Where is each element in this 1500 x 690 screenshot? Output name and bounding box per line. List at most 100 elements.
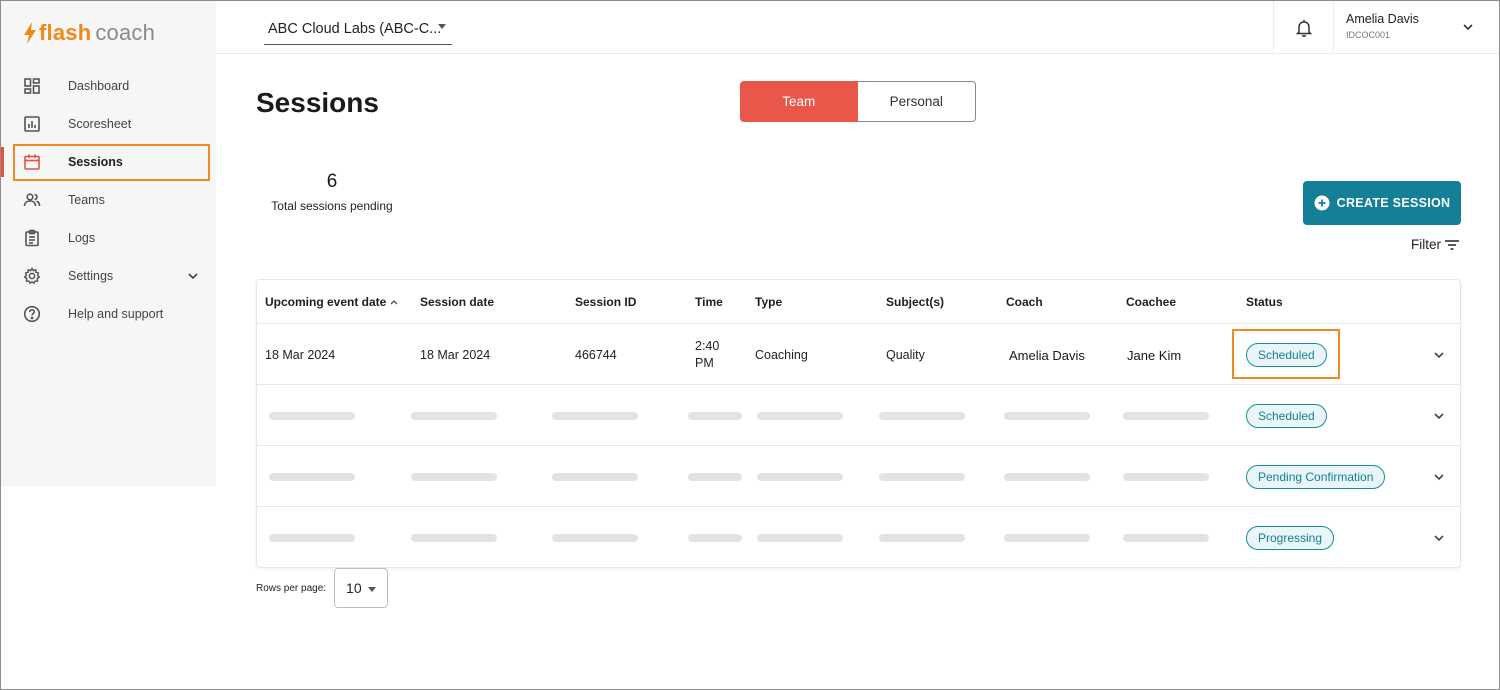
cell-coach: Amelia Davis (1009, 348, 1085, 363)
sidebar-item-label: Scoresheet (68, 117, 132, 131)
sidebar-item-teams[interactable]: Teams (1, 181, 216, 219)
loading-placeholder (757, 473, 843, 481)
sort-ascending-icon (390, 300, 398, 305)
loading-placeholder (411, 473, 497, 481)
chevron-down-icon[interactable] (1461, 20, 1475, 34)
loading-placeholder (1123, 473, 1209, 481)
brand-part-flash: flash (39, 20, 92, 45)
loading-placeholder (1123, 412, 1209, 420)
sidebar-item-scoresheet[interactable]: Scoresheet (1, 105, 216, 143)
column-header-session-date[interactable]: Session date (420, 295, 494, 309)
column-header-session-id[interactable]: Session ID (575, 295, 636, 309)
column-header-coach[interactable]: Coach (1006, 295, 1043, 309)
rows-per-page-label: Rows per page: (256, 582, 327, 594)
loading-placeholder (411, 412, 497, 420)
column-header-coachee[interactable]: Coachee (1126, 295, 1176, 309)
cell-event-date: 18 Mar 2024 (265, 348, 336, 362)
status-badge: Pending Confirmation (1246, 465, 1386, 489)
chevron-down-icon[interactable] (1432, 409, 1446, 423)
column-header-upcoming-event-date[interactable]: Upcoming event date (265, 295, 399, 309)
sidebar-item-label: Logs (68, 231, 96, 245)
column-header-subjects[interactable]: Subject(s) (886, 295, 944, 309)
filter-icon (1445, 239, 1459, 250)
chart-icon (23, 115, 41, 133)
create-session-button[interactable]: CREATE SESSION (1303, 181, 1461, 225)
sidebar-item-logs[interactable]: Logs (1, 219, 216, 257)
loading-placeholder (879, 412, 965, 420)
loading-placeholder (1123, 534, 1209, 542)
app-frame: flash coach Dashboard Scoresheet Session… (0, 0, 1500, 690)
cell-session-id: 466744 (575, 348, 617, 362)
clipboard-icon (23, 229, 41, 247)
rows-per-page-value: 10 (346, 580, 362, 596)
highlight-box-sessions (13, 144, 210, 181)
user-name: Amelia Davis (1346, 12, 1419, 26)
loading-placeholder (1004, 534, 1090, 542)
cell-coachee: Jane Kim (1127, 348, 1182, 363)
sessions-table: Upcoming event date Session date Session… (256, 279, 1461, 568)
brand-part-coach: coach (95, 20, 156, 45)
column-header-type[interactable]: Type (755, 295, 782, 309)
rows-per-page: Rows per page: 10 (256, 568, 389, 608)
gear-icon (23, 267, 41, 285)
filter-button[interactable]: Filter (1411, 237, 1460, 252)
status-badge: Progressing (1246, 526, 1335, 550)
pending-sessions-count: 6 (326, 171, 338, 192)
sidebar-item-help[interactable]: Help and support (1, 295, 216, 333)
personal-toggle-button[interactable]: Personal (857, 81, 976, 122)
sidebar-item-dashboard[interactable]: Dashboard (1, 67, 216, 105)
view-toggle: Team Personal (740, 81, 976, 122)
organization-select-value: ABC Cloud Labs (ABC-C... (268, 21, 442, 37)
sidebar-item-label: Help and support (68, 307, 164, 321)
table-row[interactable]: Scheduled (257, 385, 1460, 446)
cell-subjects: Quality (886, 348, 925, 362)
caret-down-icon (368, 587, 377, 592)
loading-placeholder (688, 473, 742, 481)
column-header-status[interactable]: Status (1246, 295, 1283, 309)
sidebar-item-label: Teams (68, 193, 105, 207)
cell-type: Coaching (755, 348, 808, 362)
chevron-down-icon[interactable] (1432, 470, 1446, 484)
filter-label: Filter (1411, 237, 1441, 252)
sidebar-item-settings[interactable]: Settings (1, 257, 216, 295)
loading-placeholder (411, 534, 497, 542)
loading-placeholder (552, 412, 638, 420)
notifications-button[interactable] (1273, 1, 1334, 54)
add-circle-icon (1314, 195, 1330, 211)
chevron-down-icon[interactable] (186, 269, 200, 283)
loading-placeholder (757, 534, 843, 542)
user-menu[interactable]: Amelia Davis IDCOC001 (1346, 12, 1419, 40)
people-icon (23, 191, 41, 209)
sidebar-item-label: Settings (68, 269, 114, 283)
table-row[interactable]: Progressing (257, 507, 1460, 568)
bolt-icon (24, 22, 36, 44)
team-toggle-button[interactable]: Team (740, 81, 858, 122)
bell-icon (1295, 19, 1312, 37)
loading-placeholder (688, 412, 742, 420)
column-header-time[interactable]: Time (695, 295, 723, 309)
organization-select[interactable]: ABC Cloud Labs (ABC-C... (264, 17, 452, 45)
loading-placeholder (269, 412, 355, 420)
brand-logo[interactable]: flash coach (23, 20, 155, 46)
caret-down-icon (438, 24, 446, 29)
create-session-label: CREATE SESSION (1336, 196, 1451, 210)
chevron-down-icon[interactable] (1432, 348, 1446, 362)
table-header: Upcoming event date Session date Session… (257, 280, 1460, 324)
chevron-down-icon[interactable] (1432, 531, 1446, 545)
cell-session-date: 18 Mar 2024 (420, 348, 491, 362)
page-title: Sessions (256, 87, 379, 118)
loading-placeholder (1004, 412, 1090, 420)
sidebar-nav: Dashboard Scoresheet Sessions Teams Logs (1, 67, 216, 333)
loading-placeholder (757, 412, 843, 420)
user-id: IDCOC001 (1346, 30, 1391, 40)
status-badge: Scheduled (1246, 404, 1327, 428)
loading-placeholder (269, 534, 355, 542)
table-row[interactable]: Pending Confirmation (257, 446, 1460, 507)
loading-placeholder (879, 534, 965, 542)
cell-time-line1: 2:40 (695, 339, 720, 353)
dashboard-icon (23, 77, 41, 95)
highlight-box-status (1232, 329, 1340, 379)
sidebar-item-label: Dashboard (68, 79, 130, 93)
loading-placeholder (879, 473, 965, 481)
rows-per-page-select[interactable]: 10 (334, 568, 389, 608)
